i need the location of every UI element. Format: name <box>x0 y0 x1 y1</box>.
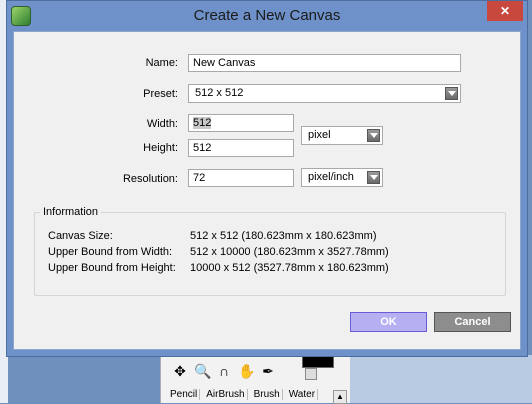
canvas-size-value: 512 x 512 (180.623mm x 180.623mm) <box>190 230 377 242</box>
ok-button[interactable]: OK <box>350 312 427 332</box>
height-label: Height: <box>143 142 178 154</box>
background-desktop <box>350 355 532 403</box>
width-field[interactable]: 512 <box>188 114 294 132</box>
brush-tab-pencil[interactable]: Pencil <box>168 389 201 400</box>
eyedropper-tool-icon[interactable]: ✒ <box>260 363 276 380</box>
chevron-down-icon[interactable] <box>367 171 380 184</box>
resolution-field[interactable]: 72 <box>188 169 294 187</box>
height-field[interactable]: 512 <box>188 139 294 157</box>
resolution-label: Resolution: <box>122 173 178 185</box>
size-unit-value: pixel <box>308 129 331 141</box>
brush-tab-brush[interactable]: Brush <box>252 389 283 400</box>
cancel-button[interactable]: Cancel <box>434 312 511 332</box>
color-swap-icon[interactable] <box>305 368 317 380</box>
preset-dropdown[interactable]: 512 x 512 <box>188 84 461 103</box>
hand-tool-icon[interactable]: ✋ <box>238 363 255 380</box>
dialog-title: Create a New Canvas <box>193 7 341 24</box>
upper-bound-width-value: 512 x 10000 (180.623mm x 3527.78mm) <box>190 246 389 258</box>
tool-row: ✥ 🔍 ∩ ✋ ✒ <box>172 363 276 380</box>
preset-value: 512 x 512 <box>195 87 244 99</box>
create-canvas-dialog: Create a New Canvas ✕ Name: New Canvas P… <box>6 0 528 357</box>
brush-tab-airbrush[interactable]: AirBrush <box>204 389 248 400</box>
width-label: Width: <box>146 118 178 130</box>
dialog-body: Name: New Canvas Preset: 512 x 512 Width… <box>13 31 521 350</box>
chevron-down-icon[interactable] <box>367 129 380 142</box>
zoom-tool-icon[interactable]: 🔍 <box>194 363 211 380</box>
brush-tab-water[interactable]: Water <box>287 389 319 400</box>
upper-bound-height-label: Upper Bound from Height: <box>48 262 176 274</box>
brush-tabs: Pencil AirBrush Brush Water <box>168 389 319 400</box>
name-label: Name: <box>145 57 178 69</box>
name-field[interactable]: New Canvas <box>188 54 461 72</box>
scroll-up-arrow-icon[interactable]: ▲ <box>333 390 347 404</box>
rotate-tool-icon[interactable]: ∩ <box>216 363 232 380</box>
information-title: Information <box>40 206 102 218</box>
upper-bound-width-label: Upper Bound from Width: <box>48 246 173 258</box>
close-button[interactable]: ✕ <box>487 1 523 21</box>
width-value: 512 <box>193 117 212 129</box>
resolution-unit-value: pixel/inch <box>308 171 354 183</box>
preset-label: Preset: <box>143 88 178 100</box>
dialog-titlebar[interactable]: Create a New Canvas ✕ <box>7 1 527 31</box>
canvas-size-label: Canvas Size: <box>48 230 113 242</box>
size-unit-dropdown[interactable]: pixel <box>301 126 383 145</box>
chevron-down-icon[interactable] <box>445 87 458 100</box>
move-tool-icon[interactable]: ✥ <box>172 363 188 380</box>
resolution-unit-dropdown[interactable]: pixel/inch <box>301 168 383 187</box>
upper-bound-height-value: 10000 x 512 (3527.78mm x 180.623mm) <box>190 262 389 274</box>
